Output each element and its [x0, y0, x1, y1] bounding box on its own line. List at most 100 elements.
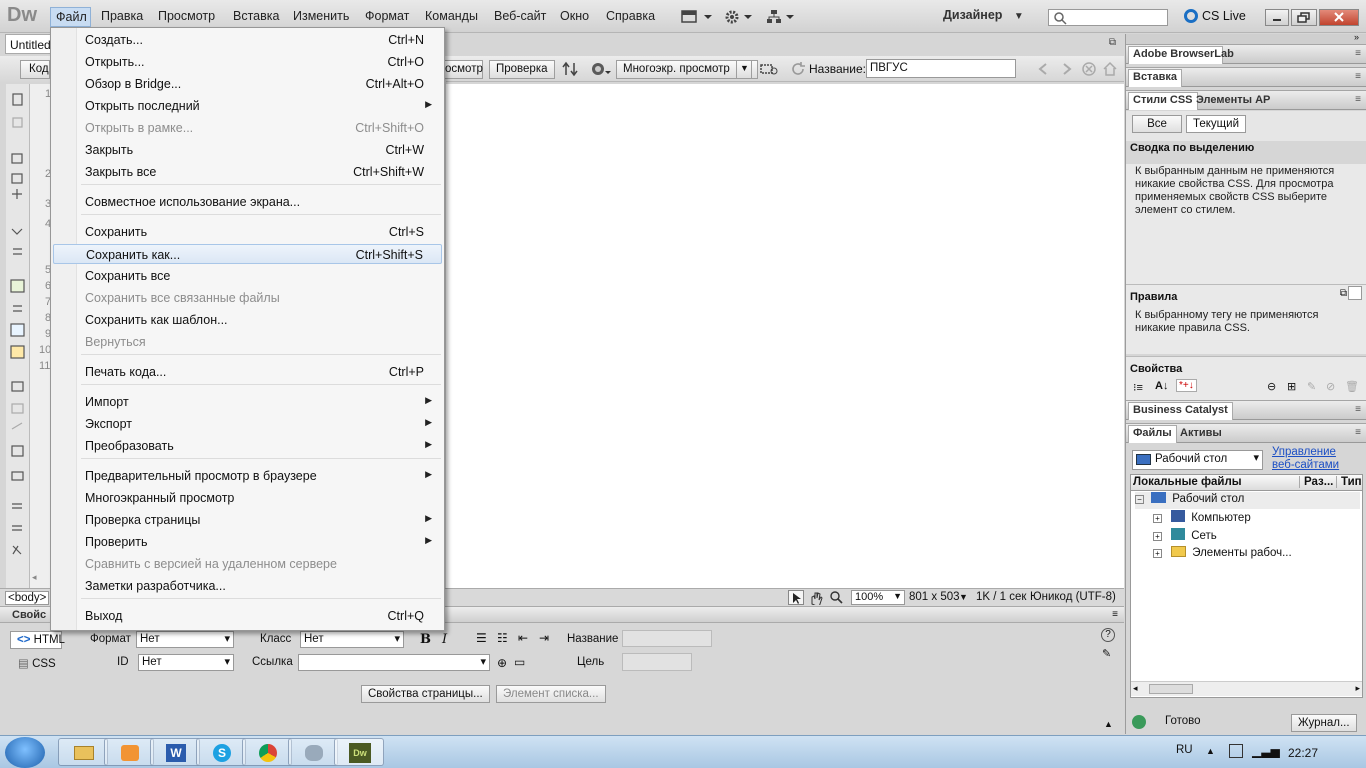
zoom-select[interactable]: 100% ▼ [851, 590, 905, 605]
new-rule-icon[interactable]: ⊞ [1287, 380, 1296, 393]
menu-format[interactable]: Формат [365, 9, 409, 23]
restore-button[interactable] [1291, 9, 1317, 26]
outdent-icon[interactable]: ⇤ [518, 631, 528, 645]
restore-doc-icon[interactable]: ⧉ [1109, 37, 1116, 48]
log-button[interactable]: Журнал... [1291, 714, 1357, 732]
menu-item[interactable]: Заметки разработчика... [53, 576, 442, 596]
browserlab-panel-header[interactable]: Adobe BrowserLab ≡ [1126, 44, 1366, 64]
scroll-left-icon[interactable]: ◂ [1133, 683, 1138, 694]
menu-item[interactable]: Закрыть все Ctrl+Shift+W [53, 162, 442, 182]
indent-icon[interactable]: ⇥ [539, 631, 549, 645]
insert-panel-header[interactable]: Вставка ≡ [1126, 67, 1366, 87]
code-view-button[interactable]: Код [20, 60, 50, 79]
start-button[interactable] [5, 737, 45, 768]
bc-panel-header[interactable]: Business Catalyst ≡ [1126, 400, 1366, 420]
expand-toggle-icon[interactable]: + [1153, 514, 1162, 523]
attach-stylesheet-icon[interactable]: ⊖ [1267, 380, 1276, 393]
chrome-icon[interactable] [242, 738, 292, 766]
menu-item[interactable]: Проверка страницы ▶ [53, 510, 442, 530]
refresh-icon[interactable] [790, 61, 806, 80]
menu-commands[interactable]: Команды [425, 9, 478, 23]
menu-item[interactable]: Преобразовать ▶ [53, 436, 442, 456]
paint-icon[interactable] [288, 738, 338, 766]
menu-item[interactable]: Открыть в рамке... Ctrl+Shift+O [53, 118, 442, 138]
panel-menu-icon[interactable]: ≡ [1355, 71, 1361, 82]
file-transfer-icon[interactable] [561, 61, 583, 80]
tree-row[interactable]: + Сеть [1153, 528, 1217, 542]
media-player-icon[interactable] [104, 738, 154, 766]
panel-menu-icon[interactable]: ≡ [1355, 94, 1361, 105]
menu-insert[interactable]: Вставка [233, 9, 279, 23]
set-properties-icon[interactable]: *+↓ [1176, 379, 1197, 392]
visual-aids-icon[interactable] [759, 61, 783, 80]
close-button[interactable] [1319, 9, 1359, 26]
edit-rule-icon[interactable]: ✎ [1307, 380, 1316, 393]
quick-tag-editor-icon[interactable]: ✎ [1102, 647, 1111, 660]
clock[interactable]: 22:27 [1288, 746, 1318, 760]
signal-icon[interactable]: ▁▃▅ [1252, 744, 1280, 758]
menu-item[interactable]: Выход Ctrl+Q [53, 606, 442, 626]
menu-item[interactable]: Многоэкранный просмотр [53, 488, 442, 508]
html-mode-button[interactable]: <> HTML [10, 631, 65, 649]
menu-item[interactable]: Предварительный просмотр в браузере ▶ [53, 466, 442, 486]
id-select[interactable]: Нет [138, 654, 234, 671]
browserlab-tab[interactable]: Adobe BrowserLab [1128, 46, 1234, 64]
explorer-icon[interactable] [58, 738, 108, 766]
target-select[interactable] [622, 653, 692, 671]
tree-row[interactable]: − Рабочий стол [1135, 492, 1360, 509]
menu-edit[interactable]: Правка [101, 9, 143, 23]
delete-icon[interactable]: 🗑 [1345, 380, 1359, 393]
col-size[interactable]: Раз... [1299, 476, 1333, 488]
stop-icon[interactable] [1081, 61, 1097, 80]
cascade-icon[interactable] [1348, 286, 1362, 300]
bold-icon[interactable]: B [420, 632, 431, 647]
insert-tab[interactable]: Вставка [1128, 69, 1182, 87]
menu-item[interactable]: Проверить ▶ [53, 532, 442, 552]
ap-elements-tab[interactable]: Элементы AP [1196, 94, 1270, 106]
menu-item[interactable]: Создать... Ctrl+N [53, 30, 442, 50]
forward-icon[interactable] [1058, 61, 1074, 80]
help-search-input[interactable] [1048, 9, 1168, 26]
menu-help[interactable]: Справка [606, 9, 655, 23]
all-mode-button[interactable]: Все [1132, 115, 1182, 133]
category-view-icon[interactable]: ⁝≡ [1133, 381, 1143, 394]
alpha-view-icon[interactable]: A↓ [1155, 380, 1168, 392]
coding-toolbar-icons[interactable] [6, 84, 30, 584]
page-properties-button[interactable]: Свойства страницы... [361, 685, 490, 703]
collapse-dock-icon[interactable]: » [1354, 32, 1359, 42]
scroll-thumb[interactable] [1149, 684, 1193, 694]
menu-item[interactable]: Сравнить с версией на удаленном сервере [53, 554, 442, 574]
current-mode-button[interactable]: Текущий [1186, 115, 1246, 133]
check-button[interactable]: Проверка [489, 60, 555, 79]
menu-site[interactable]: Веб-сайт [494, 9, 546, 23]
assets-tab[interactable]: Активы [1180, 427, 1222, 439]
minimize-button[interactable] [1265, 9, 1289, 26]
list-item-button[interactable]: Элемент списка... [496, 685, 606, 703]
col-type[interactable]: Тип [1336, 476, 1362, 488]
menu-item[interactable]: Импорт ▶ [53, 392, 442, 412]
class-select[interactable]: Нет [300, 631, 404, 648]
title-field[interactable] [622, 630, 712, 647]
menu-item[interactable]: Открыть... Ctrl+O [53, 52, 442, 72]
menu-item[interactable]: Сохранить Ctrl+S [53, 222, 442, 242]
tree-row[interactable]: + Компьютер [1153, 510, 1251, 524]
layout-icon[interactable] [680, 9, 716, 25]
tree-row[interactable]: + Элементы рабоч... [1153, 546, 1292, 559]
home-icon[interactable] [1102, 61, 1118, 80]
word-icon[interactable]: W [150, 738, 200, 766]
back-icon[interactable] [1036, 61, 1052, 80]
show-info-icon[interactable]: ⧉ [1340, 288, 1347, 299]
menu-view[interactable]: Просмотр [158, 9, 215, 23]
css-styles-tab[interactable]: Стили CSS [1128, 92, 1198, 110]
panel-menu-icon[interactable]: ≡ [1112, 609, 1118, 620]
menu-item[interactable]: Закрыть Ctrl+W [53, 140, 442, 160]
help-icon[interactable]: ? [1101, 628, 1115, 642]
menu-item[interactable]: Сохранить как шаблон... [53, 310, 442, 330]
workspace-switcher[interactable]: Дизайнер ▼ [943, 8, 1033, 26]
horizontal-scrollbar[interactable]: ◂ ▸ [1131, 681, 1362, 696]
italic-icon[interactable]: I [442, 632, 447, 647]
menu-item[interactable]: Совместное использование экрана... [53, 192, 442, 212]
menu-item[interactable]: Сохранить как... Ctrl+Shift+S [53, 244, 442, 264]
format-select[interactable]: Нет [136, 631, 234, 648]
expand-toggle-icon[interactable]: + [1153, 549, 1162, 558]
